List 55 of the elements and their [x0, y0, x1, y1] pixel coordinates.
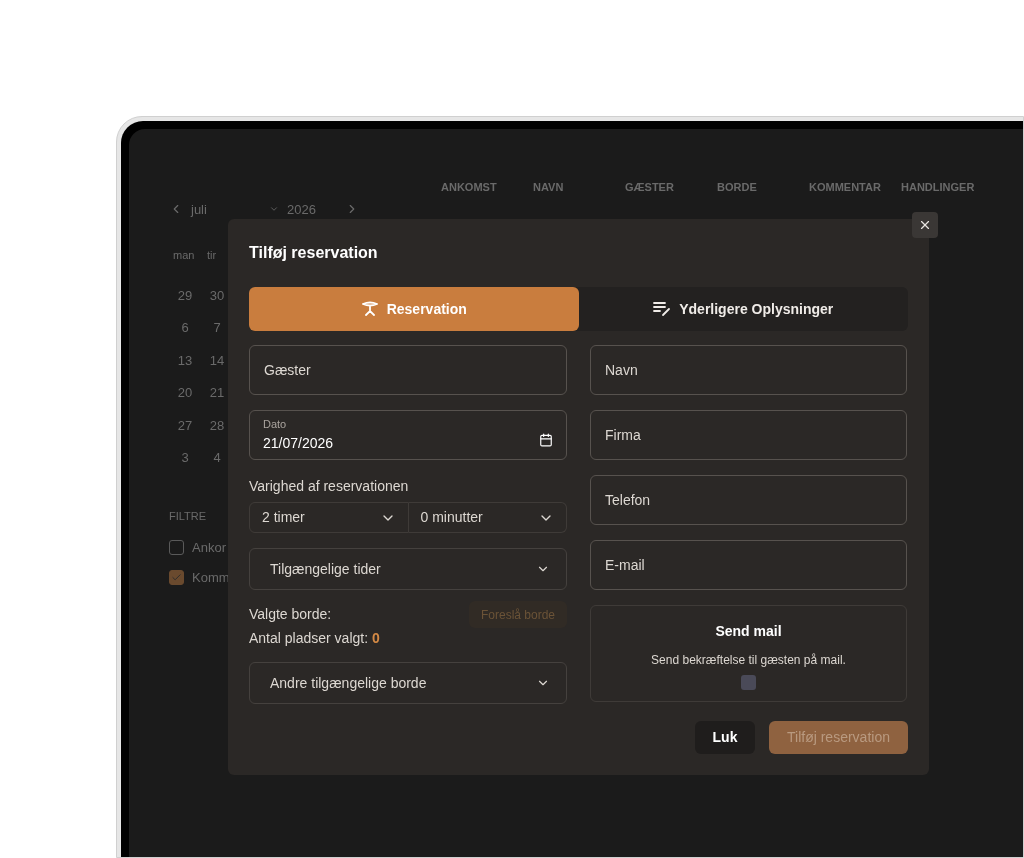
dropdown[interactable]: Tilgængelige tider [249, 548, 567, 590]
dropdown[interactable]: 2 timer [249, 502, 409, 533]
calendar-day[interactable]: 20 [175, 383, 195, 403]
calendar-day[interactable]: 27 [175, 415, 195, 435]
dropdown[interactable]: Andre tilgængelige borde [249, 662, 567, 704]
input-field[interactable]: E-mail [590, 540, 907, 590]
column-header: ANKOMST [441, 180, 498, 195]
table-icon [360, 301, 379, 317]
send-mail-description: Send bekræftelse til gæsten på mail. [651, 652, 846, 669]
close-icon [918, 218, 932, 232]
selected-tables-label: Valgte borde: [249, 605, 332, 624]
checkbox[interactable] [169, 540, 184, 556]
calendar-icon[interactable] [539, 433, 553, 447]
column-header: GÆSTER [625, 180, 675, 195]
filters-title: FILTRE [169, 508, 207, 524]
weekday-label: man [173, 248, 193, 263]
calendar-day[interactable]: 28 [207, 415, 227, 435]
checkbox[interactable] [741, 675, 756, 690]
column-header: BORDE [717, 180, 758, 195]
calendar-day[interactable]: 4 [207, 448, 227, 468]
seats-label: Antal pladser valgt: [249, 629, 369, 648]
calendar-day[interactable]: 14 [207, 350, 227, 370]
calendar-day[interactable]: 29 [175, 285, 195, 305]
tab[interactable]: Reservation [249, 287, 579, 331]
field-label: Dato [263, 417, 288, 433]
date-field[interactable]: Dato 21/07/2026 [249, 410, 567, 460]
weekday-label: tir [207, 248, 218, 263]
input-field[interactable]: Gæster [249, 345, 567, 395]
calendar-day[interactable]: 7 [207, 318, 227, 338]
column-header: KOMMENTAR [809, 180, 882, 195]
column-header: NAVN [533, 180, 565, 195]
duration-label: Varighed af reservationen [249, 477, 410, 496]
calendar-day[interactable]: 21 [207, 383, 227, 403]
close-button[interactable] [912, 212, 938, 238]
seats-count: 0 [372, 629, 380, 648]
calendar-day[interactable]: 6 [175, 318, 195, 338]
filter-label: Ankor [192, 539, 226, 557]
close-dialog-button[interactable]: Luk [695, 721, 755, 754]
calendar-day[interactable]: 3 [175, 448, 195, 468]
input-field[interactable]: Firma [590, 410, 907, 460]
calendar-day[interactable]: 13 [175, 350, 195, 370]
notes-icon [653, 301, 672, 317]
year-label[interactable]: 2026 [287, 199, 337, 219]
input-field[interactable]: Telefon [590, 475, 907, 525]
column-header: HANDLINGER [901, 180, 976, 195]
send-mail-title: Send mail [715, 622, 782, 641]
field-value: 21/07/2026 [263, 433, 334, 453]
dialog-title: Tilføj reservation [249, 243, 379, 263]
tab[interactable]: Yderligere Oplysninger [578, 287, 908, 331]
calendar-day[interactable]: 30 [207, 285, 227, 305]
dropdown[interactable]: 0 minutter [408, 502, 567, 533]
month-label[interactable]: juli [191, 199, 261, 219]
input-field[interactable]: Navn [590, 345, 907, 395]
check-icon [171, 571, 182, 583]
checkbox[interactable] [169, 569, 184, 585]
